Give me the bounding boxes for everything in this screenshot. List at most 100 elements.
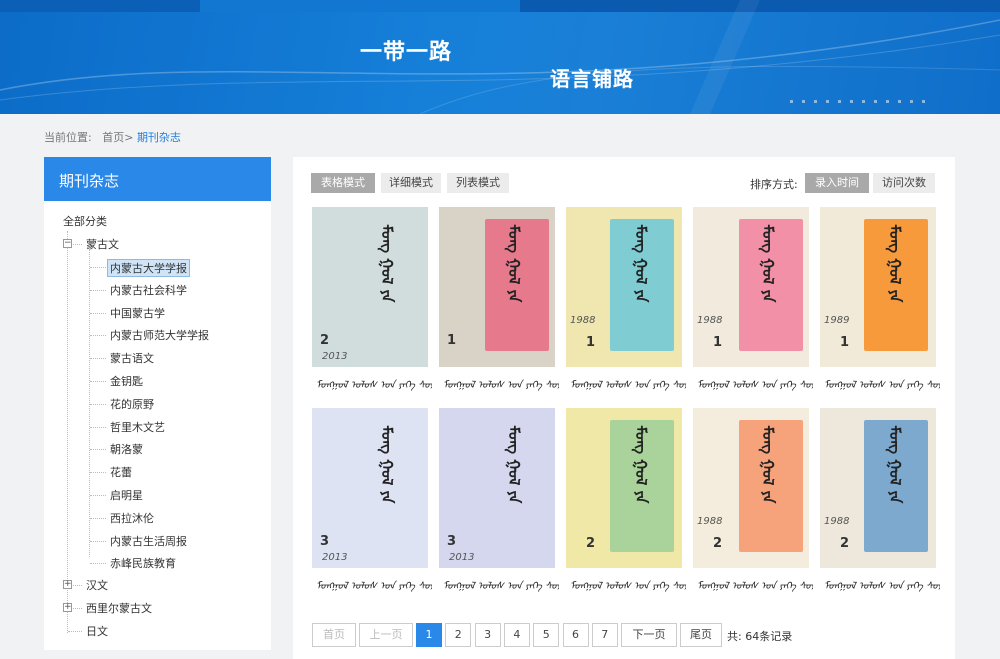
- journal-cover-caption[interactable]: ᠮᠣᠩᠭᠣᠯ ᠤᠯᠤᠰ ᠤᠨ ᠶᠡᠬᠡ ᠰᠤᠷᠭᠠᠭᠤᠯᠢ: [824, 574, 940, 592]
- tree-connector: [90, 312, 106, 314]
- cover-issue-number: 3: [320, 534, 330, 549]
- pagination-page-button[interactable]: 7: [591, 623, 618, 647]
- journal-cover-caption[interactable]: ᠮᠣᠩᠭᠣᠯ ᠤᠯᠤᠰ ᠤᠨ ᠶᠡᠬᠡ ᠰᠤᠷᠭᠠᠭᠤᠯᠢ: [443, 373, 559, 391]
- journal-cover-thumbnail[interactable]: ᠊ᠮᠣᠩ ᠭᠣᠯ ᠶᠡ 1 1989: [820, 207, 936, 367]
- tree-item-journal[interactable]: 花的原野: [110, 396, 154, 412]
- sort-label: 排序方式:: [750, 178, 798, 191]
- tree-root-label[interactable]: 全部分类: [63, 213, 107, 229]
- tree-item-journal[interactable]: 内蒙古生活周报: [110, 533, 187, 549]
- cover-mongolian-title-art: ᠊ᠮᠣᠩ ᠭᠣᠯ ᠶᠡ: [378, 225, 396, 303]
- journal-cover-caption[interactable]: ᠮᠣᠩᠭᠣᠯ ᠤᠯᠤᠰ ᠤᠨ ᠶᠡᠬᠡ ᠰᠤᠷᠭᠠᠭᠤᠯᠢ: [316, 373, 432, 391]
- tree-group-mongolian[interactable]: 蒙古文: [86, 236, 119, 252]
- cover-mongolian-title-art: ᠊ᠮᠣᠩ ᠭᠣᠯ ᠶᠡ: [759, 225, 777, 303]
- cover-issue-number: 1: [586, 335, 596, 350]
- banner-wave-graphic: [0, 0, 1000, 114]
- breadcrumb-prefix: 当前位置:: [44, 131, 92, 144]
- pagination-page-button[interactable]: 5: [533, 623, 560, 647]
- pagination-page-button[interactable]: 4: [503, 623, 530, 647]
- journal-cover-thumbnail[interactable]: ᠊ᠮᠣᠩ ᠭᠣᠯ ᠶᠡ 3 2013: [312, 408, 428, 568]
- journal-cover-thumbnail[interactable]: ᠊ᠮᠣᠩ ᠭᠣᠯ ᠶᠡ 2 1988: [693, 408, 809, 568]
- tree-item-journal[interactable]: 西拉沐伦: [110, 510, 154, 526]
- tree-item-journal[interactable]: 启明星: [110, 487, 143, 503]
- tree-item-journal[interactable]: 朝洛蒙: [110, 441, 143, 457]
- tree-item-journal[interactable]: 哲里木文艺: [110, 419, 165, 435]
- journal-cover-caption[interactable]: ᠮᠣᠩᠭᠣᠯ ᠤᠯᠤᠰ ᠤᠨ ᠶᠡᠬᠡ ᠰᠤᠷᠭᠠᠭᠤᠯᠢ: [570, 373, 686, 391]
- cover-mongolian-title-art: ᠊ᠮᠣᠩ ᠭᠣᠯ ᠶᠡ: [886, 225, 904, 303]
- tree-connector: [90, 472, 106, 474]
- tree-item-journal[interactable]: 赤峰民族教育: [110, 555, 176, 571]
- journal-cover-caption[interactable]: ᠮᠣᠩᠭᠣᠯ ᠤᠯᠤᠰ ᠤᠨ ᠶᠡᠬᠡ ᠰᠤᠷᠭᠠᠭᠤᠯᠢ: [570, 574, 686, 592]
- cover-issue-number: 2: [320, 333, 330, 348]
- pagination-page-button[interactable]: 6: [562, 623, 589, 647]
- tree-group-chinese-toggle-icon[interactable]: +: [63, 580, 72, 589]
- pagination-prev-button[interactable]: 上一页: [359, 623, 413, 647]
- cover-year: 1988: [697, 315, 723, 326]
- tree-item-journal[interactable]: 金钥匙: [110, 373, 143, 389]
- pagination-next-button[interactable]: 下一页: [621, 623, 677, 647]
- cover-mongolian-title-art: ᠊ᠮᠣᠩ ᠭᠣᠯ ᠶᠡ: [759, 426, 777, 504]
- tree-item-journal[interactable]: 蒙古语文: [110, 350, 154, 366]
- sort-by-time-button[interactable]: 录入时间: [805, 173, 869, 193]
- tree-connector: [90, 267, 106, 268]
- journal-cover-caption[interactable]: ᠮᠣᠩᠭᠣᠯ ᠤᠯᠤᠰ ᠤᠨ ᠶᠡᠬᠡ ᠰᠤᠷᠭᠠᠭᠤᠯᠢ: [697, 574, 813, 592]
- journal-cover-thumbnail[interactable]: ᠊ᠮᠣᠩ ᠭᠣᠯ ᠶᠡ 1: [439, 207, 555, 367]
- view-mode-list-button[interactable]: 列表模式: [447, 173, 509, 193]
- pagination-page-button[interactable]: 2: [445, 623, 472, 647]
- view-mode-detail-button[interactable]: 详细模式: [381, 173, 441, 193]
- cover-mongolian-title-art: ᠊ᠮᠣᠩ ᠭᠣᠯ ᠶᠡ: [632, 225, 650, 303]
- tree-connector: [90, 426, 106, 428]
- journal-cover-thumbnail[interactable]: ᠊ᠮᠣᠩ ᠭᠣᠯ ᠶᠡ 3 2013: [439, 408, 555, 568]
- journal-cover-caption[interactable]: ᠮᠣᠩᠭᠣᠯ ᠤᠯᠤᠰ ᠤᠨ ᠶᠡᠬᠡ ᠰᠤᠷᠭᠠᠭᠤᠯᠢ: [697, 373, 813, 391]
- tree-connector: [90, 563, 106, 565]
- cover-issue-number: 2: [713, 536, 723, 551]
- journal-cover-caption[interactable]: ᠮᠣᠩᠭᠣᠯ ᠤᠯᠤᠰ ᠤᠨ ᠶᠡᠬᠡ ᠰᠤᠷᠭᠠᠭᠤᠯᠢ: [824, 373, 940, 391]
- breadcrumb-home-link[interactable]: 首页>: [102, 131, 133, 144]
- tree-connector: [73, 244, 82, 245]
- pagination-last-button[interactable]: 尾页: [680, 623, 722, 647]
- tree-group-japanese[interactable]: 日文: [86, 623, 108, 639]
- cover-issue-number: 3: [447, 534, 457, 549]
- breadcrumb: 当前位置: 首页> 期刊杂志: [44, 129, 181, 145]
- journal-cover-thumbnail[interactable]: ᠊ᠮᠣᠩ ᠭᠣᠯ ᠶᠡ 1 1988: [693, 207, 809, 367]
- tree-group-chinese[interactable]: 汉文: [86, 577, 108, 593]
- banner-title-line2: 语言铺路: [550, 67, 634, 91]
- cover-mongolian-title-art: ᠊ᠮᠣᠩ ᠭᠣᠯ ᠶᠡ: [632, 426, 650, 504]
- cover-year: 1988: [570, 315, 596, 326]
- cover-mongolian-title-art: ᠊ᠮᠣᠩ ᠭᠣᠯ ᠶᠡ: [505, 225, 523, 303]
- pagination-page-button[interactable]: 3: [474, 623, 501, 647]
- cover-year: 2013: [322, 552, 348, 563]
- cover-issue-number: 1: [447, 333, 457, 348]
- tree-item-journal[interactable]: 内蒙古大学学报: [107, 259, 190, 277]
- sidebar-title: 期刊杂志: [44, 157, 271, 201]
- journal-cover-thumbnail[interactable]: ᠊ᠮᠣᠩ ᠭᠣᠯ ᠶᠡ 2 2013: [312, 207, 428, 367]
- tree-group-cyrillic-mongolian-toggle-icon[interactable]: +: [63, 603, 72, 612]
- cover-issue-number: 2: [840, 536, 850, 551]
- journal-cover-caption[interactable]: ᠮᠣᠩᠭᠣᠯ ᠤᠯᠤᠰ ᠤᠨ ᠶᠡᠬᠡ ᠰᠤᠷᠭᠠᠭᠤᠯᠢ: [443, 574, 559, 592]
- tree-connector: [90, 335, 106, 337]
- journal-cover-thumbnail[interactable]: ᠊ᠮᠣᠩ ᠭᠣᠯ ᠶᠡ 2: [566, 408, 682, 568]
- tree-connector: [90, 403, 106, 405]
- tree-group-mongolian-toggle-icon[interactable]: −: [63, 239, 72, 248]
- tree-item-journal[interactable]: 内蒙古社会科学: [110, 282, 187, 298]
- banner: 一带一路 语言铺路: [0, 0, 1000, 114]
- journal-cover-thumbnail[interactable]: ᠊ᠮᠣᠩ ᠭᠣᠯ ᠶᠡ 2 1988: [820, 408, 936, 568]
- tree-item-journal[interactable]: 中国蒙古学: [110, 305, 165, 321]
- pagination-page-button[interactable]: 1: [416, 623, 442, 647]
- journal-cover-caption[interactable]: ᠮᠣᠩᠭᠣᠯ ᠤᠯᠤᠰ ᠤᠨ ᠶᠡᠬᠡ ᠰᠤᠷᠭᠠᠭᠤᠯᠢ: [316, 574, 432, 592]
- tree-item-journal[interactable]: 花蕾: [110, 464, 132, 480]
- tree-connector: [73, 608, 82, 609]
- pagination-first-button[interactable]: 首页: [312, 623, 356, 647]
- tree-connector: [90, 381, 106, 382]
- view-mode-grid-button[interactable]: 表格模式: [311, 173, 375, 193]
- cover-year: 1988: [697, 516, 723, 527]
- journal-cover-thumbnail[interactable]: ᠊ᠮᠣᠩ ᠭᠣᠯ ᠶᠡ 1 1988: [566, 207, 682, 367]
- tree-item-journal[interactable]: 内蒙古师范大学学报: [110, 327, 209, 343]
- cover-issue-number: 2: [586, 536, 596, 551]
- breadcrumb-current[interactable]: 期刊杂志: [137, 131, 181, 144]
- cover-year: 1989: [824, 315, 850, 326]
- tree-connector: [73, 585, 82, 586]
- sort-by-visits-button[interactable]: 访问次数: [873, 173, 935, 193]
- tree-group-cyrillic-mongolian[interactable]: 西里尔蒙古文: [86, 600, 152, 616]
- category-tree: 全部分类 − 蒙古文 + 汉文 + 西里尔蒙古文 日文 内蒙古大学学报 内蒙古社会科学 中国蒙古学内…: [44, 201, 271, 638]
- tree-connector: [67, 231, 68, 633]
